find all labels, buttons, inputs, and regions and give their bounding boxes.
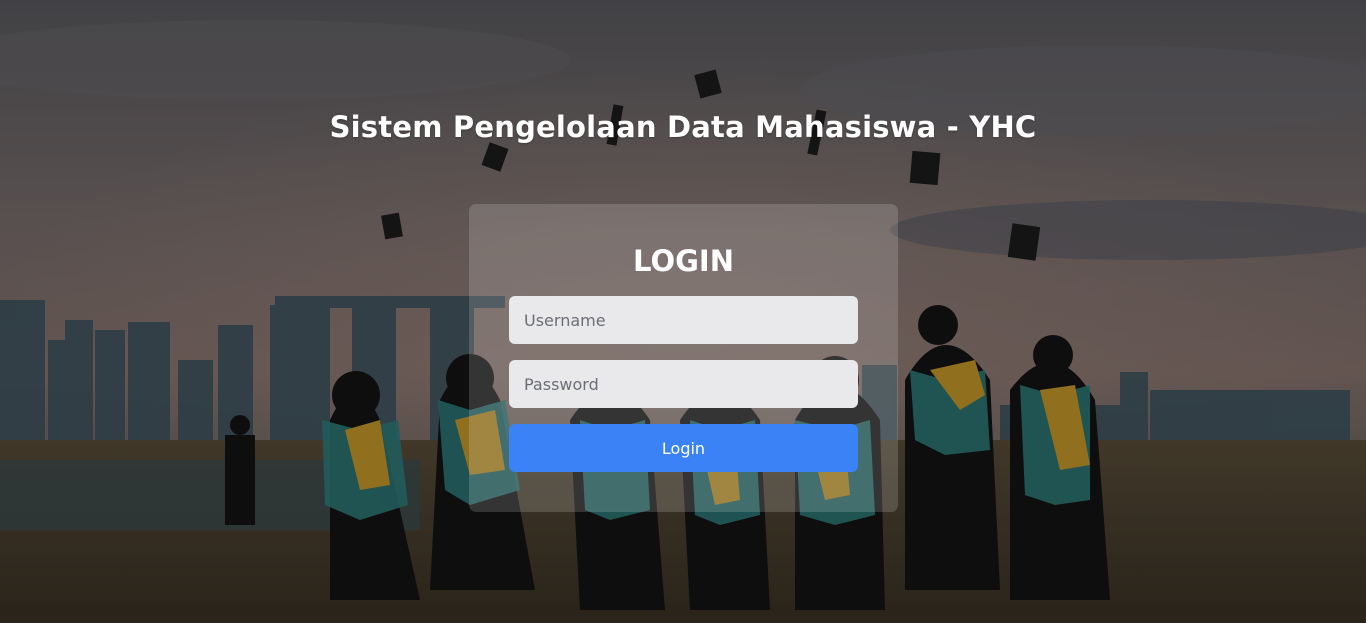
login-button[interactable]: Login [509,424,858,472]
password-input[interactable] [509,360,858,408]
login-page: Sistem Pengelolaan Data Mahasiswa - YHC … [0,0,1366,623]
page-title: Sistem Pengelolaan Data Mahasiswa - YHC [329,110,1037,144]
login-heading: LOGIN [633,244,734,278]
username-input[interactable] [509,296,858,344]
login-card: LOGIN Login [469,204,898,512]
